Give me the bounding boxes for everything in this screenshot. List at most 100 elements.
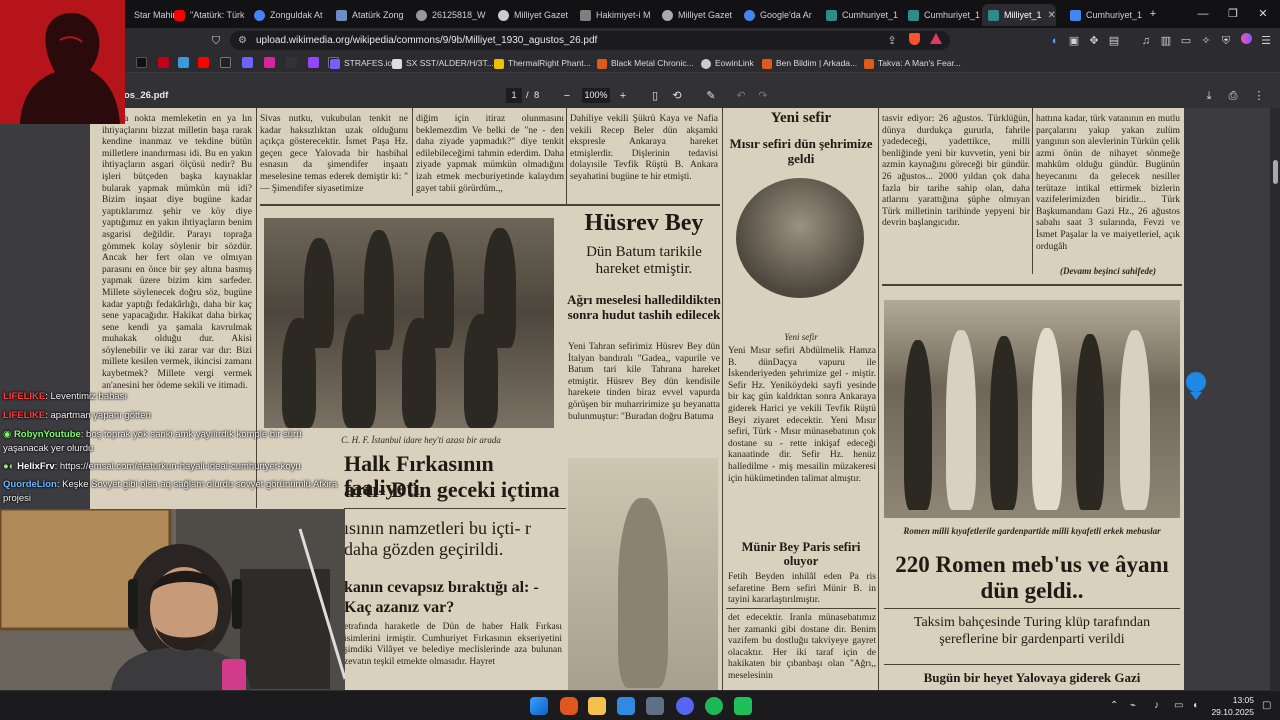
pdf-toolbar: os_26.pdf 1 / 8 − 100% + ▯ ⟲ ✎ ↶ ↷ ⤓ ⎙ ⋮	[0, 84, 1280, 108]
bookmark-item[interactable]: Takva: A Man's Fear...	[864, 56, 961, 71]
chat-message: projesi	[3, 493, 31, 504]
app-icon[interactable]	[734, 697, 752, 715]
site-icon	[336, 9, 347, 21]
zoom-input[interactable]: 100%	[582, 88, 610, 103]
tab[interactable]: Google'da Ar	[738, 4, 816, 26]
more-options-icon[interactable]: ⋮	[1252, 89, 1266, 103]
rewards-icon[interactable]	[928, 33, 944, 49]
music-icon[interactable]: ♫	[1138, 33, 1154, 49]
bookmark-item[interactable]: ThermalRight Phant...	[494, 56, 591, 71]
system-clock[interactable]: 13:05 29.10.2025	[1211, 694, 1254, 718]
bookmark-item[interactable]: STRAFES.io	[330, 56, 392, 71]
chat-message: LIFELIKE: Leventimiz babası	[3, 391, 128, 402]
tray-chevron-icon[interactable]: ⌃	[1110, 700, 1118, 711]
puzzle-icon[interactable]: ✥	[1086, 33, 1102, 49]
bookmark-item[interactable]: Ben Bildim | Arkada...	[762, 56, 857, 71]
instagram-icon[interactable]	[264, 57, 275, 68]
tab-active[interactable]: Milliyet_1 ✕	[982, 4, 1056, 26]
kick-icon[interactable]	[286, 57, 297, 68]
tab[interactable]: Milliyet Gazet	[492, 4, 570, 26]
fit-page-icon[interactable]: ▯	[648, 89, 662, 103]
zoom-in-button[interactable]: +	[616, 89, 630, 103]
page-separator: /	[526, 90, 529, 101]
column-rule	[1032, 108, 1033, 274]
close-window-button[interactable]: ✕	[1250, 6, 1276, 22]
scrollbar-thumb[interactable]	[1273, 160, 1278, 184]
undo-icon[interactable]: ↶	[734, 89, 748, 103]
minimize-button[interactable]: —	[1190, 6, 1216, 22]
download-icon[interactable]: ⤓	[1202, 89, 1216, 103]
annotate-icon[interactable]: ✎	[704, 89, 718, 103]
share-icon[interactable]: ⇪	[884, 33, 900, 49]
start-button-icon[interactable]	[530, 697, 548, 715]
store-icon[interactable]	[617, 697, 635, 715]
stream-chat-overlay: LIFELIKE: Leventimiz babası LIFELIKE: ap…	[0, 391, 362, 509]
youtube-icon[interactable]	[198, 57, 209, 68]
article-column: Yeni Mısır sefiri Abdülmelik Hamza B. dü…	[728, 346, 876, 484]
settings-icon[interactable]	[646, 697, 664, 715]
maximize-button[interactable]: ❐	[1220, 6, 1246, 22]
vpn-icon[interactable]: ⛨	[1218, 33, 1234, 49]
twitch-icon[interactable]	[308, 57, 319, 68]
sidebar-icon[interactable]: ▥	[1158, 33, 1174, 49]
bookmark-item[interactable]: SX SST/ALDER/H/3T...	[392, 56, 494, 71]
badge-icon: ●◐	[3, 461, 18, 472]
column-rule	[878, 108, 879, 690]
redo-icon[interactable]: ↷	[756, 89, 770, 103]
tab[interactable]: 26125818_W	[410, 4, 488, 26]
mic-tray-icon[interactable]: ♪	[1154, 700, 1159, 711]
chat-message: ◉ RobynYoutube: boş toprak yok sanki amk…	[3, 429, 302, 440]
page-number-input[interactable]: 1	[506, 88, 522, 103]
tab[interactable]: Hakimiyet-i M	[574, 4, 652, 26]
leo-icon[interactable]: ✧	[1198, 33, 1214, 49]
wifi-icon[interactable]: ▭	[1174, 700, 1183, 711]
tab[interactable]: Zonguldak At	[248, 4, 326, 26]
notification-icon[interactable]: ▢	[1262, 700, 1271, 711]
webcam-person-icon	[0, 509, 345, 699]
site-info-icon[interactable]: ⚙	[238, 31, 247, 50]
tab[interactable]: Cumhuriyet_1	[1064, 4, 1142, 26]
bookmark-item[interactable]: Black Metal Chronic...	[597, 56, 694, 71]
subheadline: Taksim bahçesinde Turing klüp tarafından…	[913, 615, 1151, 647]
network-tray-icon[interactable]: ⌁	[1130, 700, 1136, 711]
pdf-icon	[988, 9, 999, 21]
brave-icon[interactable]	[560, 697, 578, 715]
overlay-widget-icon[interactable]	[1186, 372, 1208, 400]
bookmark-icon[interactable]	[178, 57, 189, 68]
volume-icon[interactable]: ◖	[1192, 700, 1198, 711]
tab[interactable]: Atatürk Zong	[330, 4, 408, 26]
bookmark-item[interactable]: EowinLink	[701, 56, 754, 71]
spotify-icon[interactable]	[705, 697, 723, 715]
article-column: Fetih Beyden inhilâl eden Pa ris sefaret…	[728, 572, 876, 606]
tab[interactable]: Cumhuriyet_1	[820, 4, 898, 26]
new-tab-button[interactable]: +	[1140, 6, 1166, 22]
bookmark-icon[interactable]: ⛉	[208, 33, 224, 49]
tab[interactable]: Milliyet Gazet	[656, 4, 734, 26]
audio-icon[interactable]: ◖	[1046, 33, 1062, 49]
vertical-scrollbar[interactable]	[1270, 108, 1280, 690]
extension-icon[interactable]: ▣	[1066, 33, 1082, 49]
x-icon[interactable]	[220, 57, 231, 68]
tab[interactable]: "Atatürk: Türk	[168, 4, 246, 26]
bookmark-icon[interactable]	[242, 57, 253, 68]
rotate-icon[interactable]: ⟲	[670, 89, 684, 103]
tab[interactable]: Cumhuriyet_1	[902, 4, 980, 26]
tiktok-icon[interactable]	[136, 57, 147, 68]
close-tab-icon[interactable]: ✕	[1048, 10, 1056, 21]
wikimedia-icon	[498, 9, 509, 21]
wallet-icon[interactable]: ▭	[1178, 33, 1194, 49]
file-explorer-icon[interactable]	[588, 697, 606, 715]
zoom-out-button[interactable]: −	[560, 89, 574, 103]
chat-message: QuordeLion: Keşke Sovyet gibi olsa aq sa…	[3, 479, 338, 490]
discord-icon[interactable]	[676, 697, 694, 715]
bookmark-icon[interactable]	[158, 57, 169, 68]
headline: ısının namzetleri bu içti- r daha gözden…	[344, 518, 531, 559]
profile-icon[interactable]	[1238, 33, 1254, 49]
url-field[interactable]: ⚙ upload.wikimedia.org/wikipedia/commons…	[230, 31, 950, 50]
article-column: etrafında haraketle de Dün de haber Halk…	[344, 622, 562, 667]
extension-icon[interactable]: ▤	[1106, 33, 1122, 49]
menu-icon[interactable]: ☰	[1258, 33, 1274, 49]
continued-note: (Devamı beşinci sahifede)	[1060, 266, 1156, 276]
print-icon[interactable]: ⎙	[1226, 89, 1240, 103]
brave-shield-icon[interactable]	[906, 33, 922, 49]
